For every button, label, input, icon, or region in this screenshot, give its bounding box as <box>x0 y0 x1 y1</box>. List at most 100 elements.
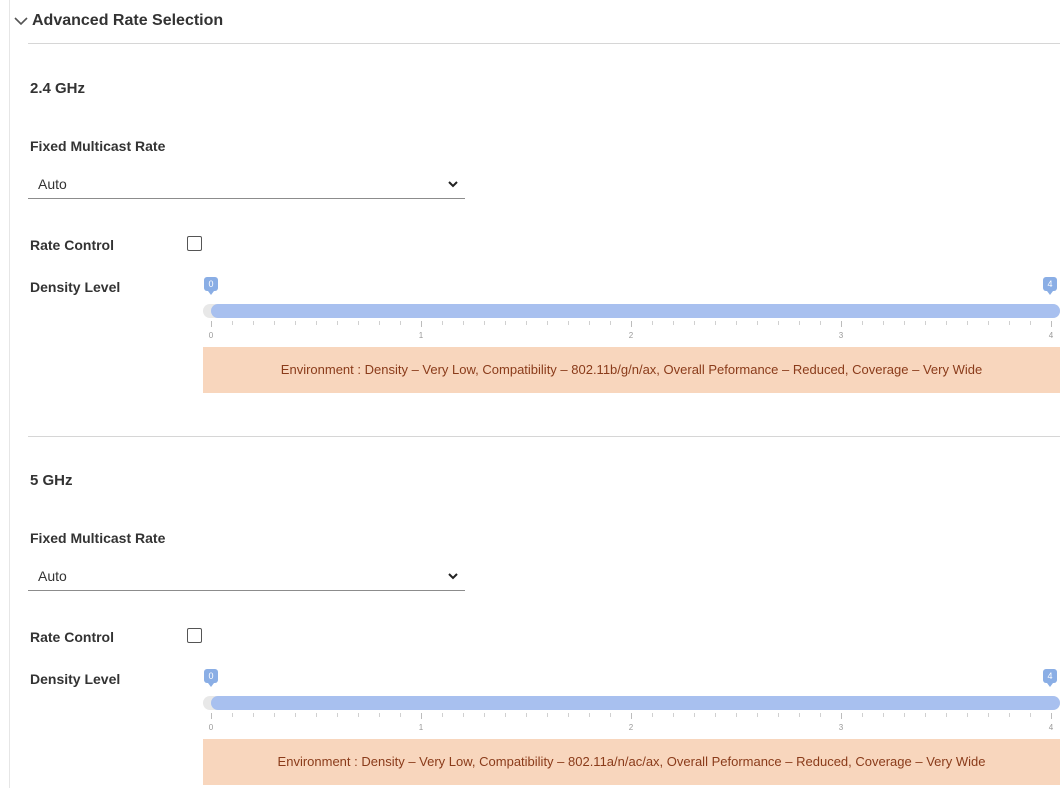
slider-tick <box>673 713 674 717</box>
slider-tick <box>778 713 779 717</box>
tick-label: 2 <box>628 723 634 732</box>
slider-tick <box>421 713 422 719</box>
slider-tick <box>862 321 863 325</box>
slider-tick <box>631 713 632 719</box>
slider-tick <box>736 713 737 717</box>
slider-tick <box>253 321 254 325</box>
slider-tick <box>484 713 485 717</box>
tick-label: 1 <box>418 723 424 732</box>
slider-handle-min[interactable]: 0 <box>204 669 218 687</box>
tick-label: 3 <box>838 331 844 340</box>
slider-tick <box>400 321 401 325</box>
slider-tick <box>232 321 233 325</box>
slider-tick <box>274 321 275 325</box>
slider-ticks <box>211 321 1052 327</box>
slider-tick <box>505 713 506 717</box>
slider-tick <box>463 713 464 717</box>
slider-tick <box>652 321 653 325</box>
slider-tick <box>631 321 632 327</box>
fixed-multicast-rate-select[interactable]: Auto <box>28 564 465 591</box>
slider-tick <box>421 321 422 327</box>
density-level-slider[interactable]: 0 1 2 3 4 0 4 <box>0 277 1060 357</box>
slider-tick <box>694 321 695 325</box>
slider-tick <box>988 713 989 717</box>
slider-tick <box>526 321 527 325</box>
slider-tick <box>757 713 758 717</box>
tick-label: 4 <box>1048 723 1054 732</box>
density-level-slider[interactable]: 0 1 2 3 4 0 4 <box>0 669 1060 749</box>
tick-label: 0 <box>208 723 214 732</box>
slider-tick <box>211 321 212 327</box>
fixed-multicast-rate-select[interactable]: Auto <box>28 172 465 199</box>
slider-tick <box>883 321 884 325</box>
slider-tick <box>484 321 485 325</box>
slider-tick <box>337 713 338 717</box>
slider-tick <box>841 713 842 719</box>
slider-tick <box>715 321 716 325</box>
chevron-down-icon <box>448 181 458 188</box>
tick-label: 2 <box>628 331 634 340</box>
slider-tick <box>337 321 338 325</box>
section-title: Advanced Rate Selection <box>32 12 224 29</box>
rate-control-label: Rate Control <box>30 237 114 253</box>
slider-tick <box>1051 321 1052 327</box>
slider-tick <box>904 713 905 717</box>
slider-tick <box>1051 713 1052 719</box>
slider-tick <box>379 713 380 717</box>
tick-label: 1 <box>418 331 424 340</box>
slider-tick <box>1030 713 1031 717</box>
slider-tick <box>316 713 317 717</box>
slider-tick <box>526 713 527 717</box>
slider-tick <box>799 713 800 717</box>
slider-tick <box>358 713 359 717</box>
slider-tick <box>946 321 947 325</box>
slider-tick <box>673 321 674 325</box>
environment-info-box: Environment : Density – Very Low, Compat… <box>203 347 1060 393</box>
slider-tick <box>568 321 569 325</box>
band-divider <box>28 436 1060 437</box>
slider-tick <box>757 321 758 325</box>
slider-tick <box>820 713 821 717</box>
slider-tick <box>904 321 905 325</box>
rate-control-checkbox[interactable] <box>187 236 202 251</box>
slider-handle-max[interactable]: 4 <box>1043 277 1057 295</box>
band-title: 2.4 GHz <box>30 80 86 97</box>
slider-handle-max[interactable]: 4 <box>1043 669 1057 687</box>
fixed-multicast-rate-label: Fixed Multicast Rate <box>30 530 166 546</box>
slider-tick <box>589 713 590 717</box>
rate-control-checkbox[interactable] <box>187 628 202 643</box>
slider-tick <box>988 321 989 325</box>
slider-tick <box>1009 321 1010 325</box>
slider-tick <box>841 321 842 327</box>
slider-tick <box>967 321 968 325</box>
slider-tick <box>232 713 233 717</box>
slider-tick <box>715 713 716 717</box>
tick-label: 0 <box>208 331 214 340</box>
slider-tick <box>862 713 863 717</box>
tick-label: 4 <box>1048 331 1054 340</box>
slider-tick <box>1030 321 1031 325</box>
slider-tick <box>736 321 737 325</box>
slider-tick <box>295 321 296 325</box>
slider-tick <box>778 321 779 325</box>
slider-handle-min[interactable]: 0 <box>204 277 218 295</box>
fixed-multicast-rate-label: Fixed Multicast Rate <box>30 138 166 154</box>
slider-tick <box>610 321 611 325</box>
slider-tick <box>400 713 401 717</box>
select-value: Auto <box>38 176 67 192</box>
slider-tick <box>358 321 359 325</box>
slider-tick <box>925 321 926 325</box>
slider-tick <box>610 713 611 717</box>
slider-tick <box>799 321 800 325</box>
slider-range-fill <box>211 696 1060 710</box>
advanced-rate-selection-toggle[interactable]: Advanced Rate Selection <box>12 9 223 33</box>
slider-tick <box>694 713 695 717</box>
slider-tick <box>820 321 821 325</box>
header-divider <box>28 43 1060 44</box>
environment-info-box: Environment : Density – Very Low, Compat… <box>203 739 1060 785</box>
slider-tick <box>652 713 653 717</box>
slider-tick <box>505 321 506 325</box>
slider-tick <box>295 713 296 717</box>
environment-info-text: Environment : Density – Very Low, Compat… <box>277 754 986 769</box>
slider-tick <box>1009 713 1010 717</box>
